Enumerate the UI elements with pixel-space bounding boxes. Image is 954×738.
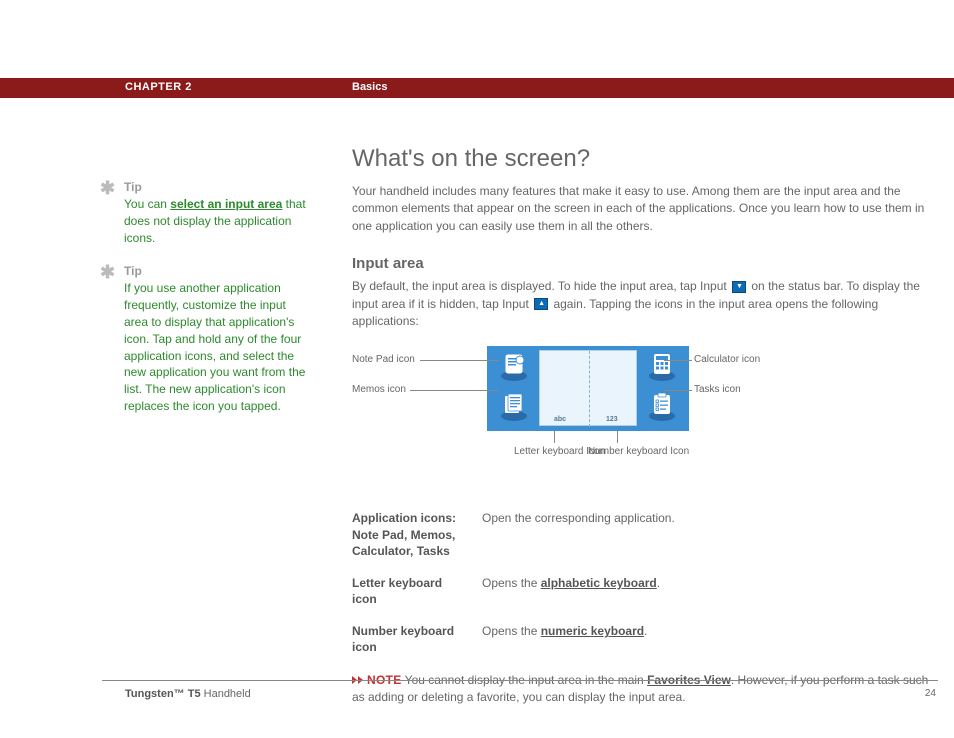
tip-text: If you use another application frequentl…: [124, 280, 312, 414]
writing-area: abc 123: [539, 350, 637, 426]
calculator-icon: [647, 352, 677, 382]
abc-label: abc: [554, 416, 566, 423]
chapter-label: CHAPTER 2: [125, 81, 192, 93]
section-label: Basics: [352, 81, 387, 93]
note-row: NOTE You cannot display the input area i…: [352, 672, 937, 707]
tasks-icon: [647, 392, 677, 422]
definition-row: Number keyboard icon Opens the numeric k…: [352, 623, 937, 655]
def-term: Letter keyboard icon: [352, 575, 482, 607]
section-subtitle: Input area: [352, 255, 937, 272]
sidebar: ✱ Tip You can select an input area that …: [100, 180, 312, 433]
def-term: Number keyboard icon: [352, 623, 482, 655]
def-desc: Opens the alphabetic keyboard.: [482, 575, 937, 607]
callout-calculator: Calculator icon: [694, 354, 760, 365]
input-area-paragraph: By default, the input area is displayed.…: [352, 278, 937, 330]
asterisk-icon: ✱: [100, 262, 115, 283]
input-area-box: abc 123: [487, 346, 689, 431]
input-area-diagram: abc 123 Note Pad icon Memos icon Calcula…: [352, 346, 912, 486]
page-title: What's on the screen?: [352, 145, 937, 173]
callout-line: [420, 360, 498, 361]
tip-block: ✱ Tip You can select an input area that …: [100, 180, 312, 246]
tip-block: ✱ Tip If you use another application fre…: [100, 264, 312, 414]
callout-line: [617, 431, 618, 443]
definition-row: Application icons: Note Pad, Memos, Calc…: [352, 510, 937, 559]
callout-line: [664, 360, 692, 361]
chapter-header-bar: CHAPTER 2 Basics: [0, 78, 954, 98]
link-numeric-keyboard[interactable]: numeric keyboard: [541, 624, 644, 638]
footer-page-number: 24: [925, 688, 936, 699]
footer-product-name: Tungsten™ T5: [125, 688, 201, 700]
def-desc: Open the corresponding application.: [482, 510, 937, 559]
footer-product-rest: Handheld: [201, 688, 251, 700]
footer-rule: [102, 680, 938, 681]
tip-label: Tip: [124, 264, 312, 278]
link-alphabetic-keyboard[interactable]: alphabetic keyboard: [541, 576, 657, 590]
writing-divider: [589, 351, 590, 427]
tip-link-select-input-area[interactable]: select an input area: [170, 197, 282, 211]
asterisk-icon: ✱: [100, 178, 115, 199]
callout-tasks: Tasks icon: [694, 384, 741, 395]
num-label: 123: [606, 416, 618, 423]
text-fragment: Opens the: [482, 624, 541, 638]
callout-line: [410, 390, 498, 391]
notepad-icon: [499, 352, 529, 382]
main-content: What's on the screen? Your handheld incl…: [352, 145, 937, 706]
tip-text: You can select an input area that does n…: [124, 196, 312, 246]
callout-memos: Memos icon: [352, 384, 406, 395]
callout-notepad: Note Pad icon: [352, 354, 415, 365]
callout-letter-kb: Letter keyboard Icon: [514, 446, 594, 457]
callout-number-kb: Number keyboard Icon: [588, 446, 688, 457]
tip-text-pre: You can: [124, 197, 170, 211]
memos-icon: [499, 392, 529, 422]
text-fragment: By default, the input area is displayed.…: [352, 279, 730, 293]
text-fragment: Opens the: [482, 576, 541, 590]
definition-row: Letter keyboard icon Opens the alphabeti…: [352, 575, 937, 607]
tip-label: Tip: [124, 180, 312, 194]
text-fragment: .: [644, 624, 647, 638]
def-term: Application icons: Note Pad, Memos, Calc…: [352, 510, 482, 559]
intro-paragraph: Your handheld includes many features tha…: [352, 183, 937, 235]
callout-line: [554, 431, 555, 443]
footer-product: Tungsten™ T5 Handheld: [125, 688, 251, 700]
def-desc: Opens the numeric keyboard.: [482, 623, 937, 655]
text-fragment: .: [657, 576, 660, 590]
input-toggle-up-icon: [534, 298, 548, 310]
callout-line: [664, 390, 692, 391]
input-toggle-down-icon: [732, 281, 746, 293]
